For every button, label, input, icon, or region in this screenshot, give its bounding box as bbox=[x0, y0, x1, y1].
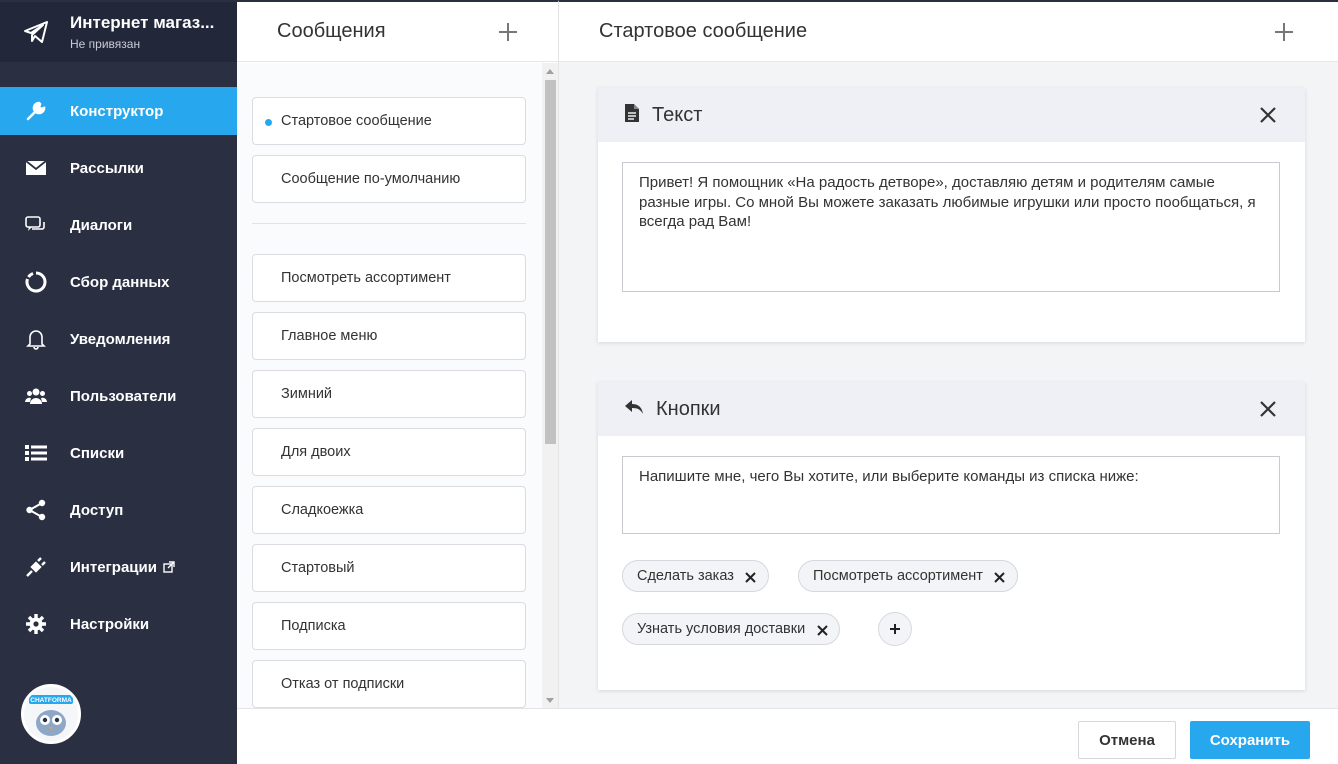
message-text-input[interactable]: Привет! Я помощник «На радость детворе»,… bbox=[622, 162, 1280, 292]
add-button-chip[interactable] bbox=[878, 612, 912, 646]
list-item[interactable]: Отказ от подписки bbox=[252, 660, 526, 708]
reply-icon bbox=[624, 399, 644, 420]
plus-icon bbox=[499, 22, 517, 41]
plug-icon bbox=[24, 555, 48, 579]
text-block-header: Текст bbox=[598, 88, 1305, 142]
list-divider bbox=[252, 223, 526, 224]
external-link-icon bbox=[163, 561, 175, 573]
nav-item-settings[interactable]: Настройки bbox=[0, 600, 237, 648]
messages-panel-header: Сообщения bbox=[237, 2, 558, 62]
nav-item-notifications[interactable]: Уведомления bbox=[0, 315, 237, 363]
envelope-icon bbox=[24, 156, 48, 180]
remove-buttons-block-button[interactable] bbox=[1257, 398, 1279, 420]
plus-icon bbox=[1275, 22, 1293, 41]
list-item[interactable]: Для двоих bbox=[252, 428, 526, 476]
brand[interactable]: Интернет магаз... Не привязан bbox=[0, 0, 237, 62]
list-item[interactable]: Подписка bbox=[252, 602, 526, 650]
sidebar: Интернет магаз... Не привязан Конструкто… bbox=[0, 0, 237, 764]
buttons-text-input[interactable]: Напишите мне, чего Вы хотите, или выбери… bbox=[622, 456, 1280, 534]
buttons-block-header: Кнопки bbox=[598, 382, 1305, 436]
nav-item-mailings[interactable]: Рассылки bbox=[0, 144, 237, 192]
bot-name: Интернет магаз... bbox=[70, 13, 215, 32]
messages-list: Стартовое сообщение Сообщение по-умолчан… bbox=[237, 63, 542, 708]
bot-status: Не привязан bbox=[70, 37, 141, 51]
list-item[interactable]: Зимний bbox=[252, 370, 526, 418]
wrench-icon bbox=[24, 99, 48, 123]
nav-item-data-collection[interactable]: Сбор данных bbox=[0, 258, 237, 306]
scroll-thumb[interactable] bbox=[545, 80, 556, 444]
list-item[interactable]: Сладкоежка bbox=[252, 486, 526, 534]
avatar[interactable]: CHATFORMA bbox=[21, 684, 81, 744]
telegram-icon bbox=[22, 18, 50, 46]
circle-chart-icon bbox=[24, 270, 48, 294]
add-message-button[interactable] bbox=[496, 20, 520, 44]
bell-icon bbox=[24, 327, 48, 351]
nav-item-dialogs[interactable]: Диалоги bbox=[0, 201, 237, 249]
main-nav: Конструктор Рассылки Диалоги Сбор данных… bbox=[0, 87, 237, 648]
nav-item-integrations[interactable]: Интеграции bbox=[0, 543, 237, 591]
text-block-title: Текст bbox=[652, 103, 703, 126]
editor-title: Стартовое сообщение bbox=[599, 20, 808, 42]
nav-item-constructor[interactable]: Конструктор bbox=[0, 87, 237, 135]
messages-panel-title: Сообщения bbox=[277, 20, 386, 42]
remove-chip-icon[interactable] bbox=[993, 570, 1007, 584]
button-chip[interactable]: Узнать условия доставки bbox=[622, 613, 841, 645]
scroll-up-icon[interactable] bbox=[546, 69, 554, 74]
nav-item-lists[interactable]: Списки bbox=[0, 429, 237, 477]
chat-icon bbox=[24, 213, 48, 237]
list-item[interactable]: Стартовый bbox=[252, 544, 526, 592]
remove-text-block-button[interactable] bbox=[1257, 104, 1279, 126]
gear-icon bbox=[24, 612, 48, 636]
list-icon bbox=[24, 441, 48, 465]
users-icon bbox=[24, 384, 48, 408]
buttons-block-title: Кнопки bbox=[656, 397, 721, 420]
nav-item-users[interactable]: Пользователи bbox=[0, 372, 237, 420]
footer-bar: Отмена Сохранить bbox=[237, 708, 1338, 764]
nav-item-access[interactable]: Доступ bbox=[0, 486, 237, 534]
plus-icon bbox=[890, 624, 900, 634]
list-item[interactable]: Посмотреть ассортимент bbox=[252, 254, 526, 302]
cancel-button[interactable]: Отмена bbox=[1078, 721, 1176, 759]
text-block-card: Текст Привет! Я помощник «На радость дет… bbox=[598, 88, 1305, 342]
message-item-default[interactable]: Сообщение по-умолчанию bbox=[252, 155, 526, 203]
active-dot-icon bbox=[265, 119, 272, 126]
save-button[interactable]: Сохранить bbox=[1190, 721, 1310, 759]
close-icon bbox=[1260, 401, 1276, 417]
remove-chip-icon[interactable] bbox=[744, 570, 758, 584]
messages-scrollbar[interactable] bbox=[542, 63, 558, 708]
messages-panel: Сообщения Стартовое сообщение Сообщение … bbox=[237, 0, 559, 708]
add-block-button[interactable] bbox=[1272, 20, 1296, 44]
close-icon bbox=[1260, 107, 1276, 123]
share-icon bbox=[24, 498, 48, 522]
scroll-down-icon[interactable] bbox=[546, 698, 554, 703]
message-item-start[interactable]: Стартовое сообщение bbox=[252, 97, 526, 145]
document-icon bbox=[624, 103, 640, 128]
buttons-block-card: Кнопки Напишите мне, чего Вы хотите, или… bbox=[598, 382, 1305, 690]
button-chip[interactable]: Посмотреть ассортимент bbox=[798, 560, 1018, 592]
message-editor: Стартовое сообщение Текст Привет! Я помо… bbox=[559, 0, 1338, 708]
list-item[interactable]: Главное меню bbox=[252, 312, 526, 360]
remove-chip-icon[interactable] bbox=[815, 623, 829, 637]
editor-header: Стартовое сообщение bbox=[559, 2, 1338, 62]
avatar-label: CHATFORMA bbox=[30, 697, 72, 704]
button-chip[interactable]: Сделать заказ bbox=[622, 560, 769, 592]
